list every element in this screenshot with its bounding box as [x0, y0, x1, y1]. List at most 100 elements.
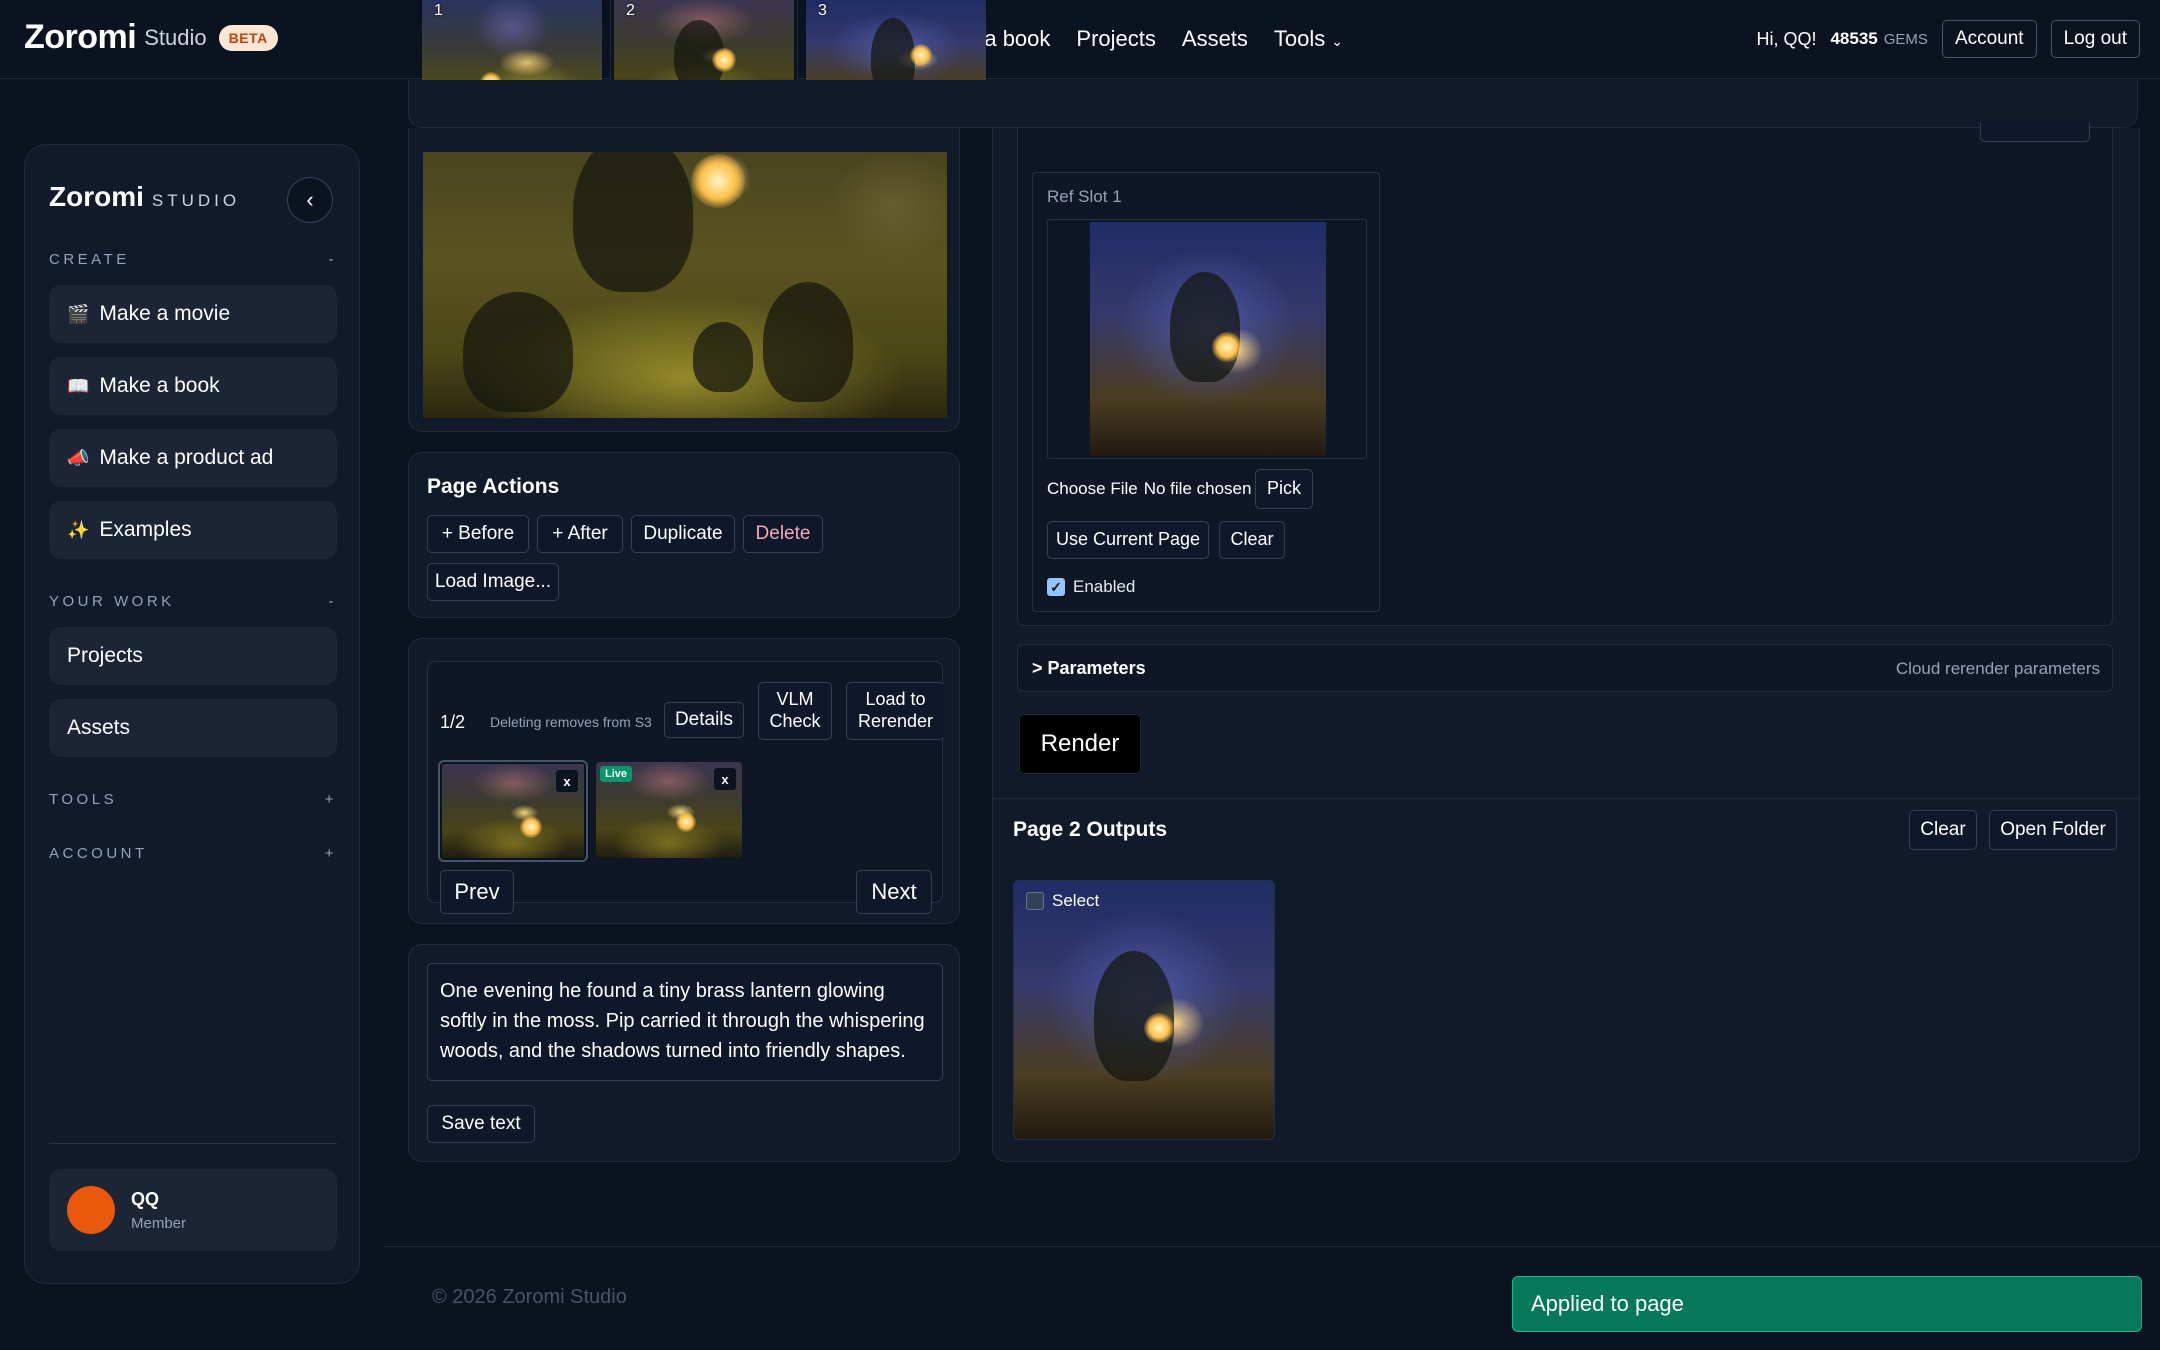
file-chooser[interactable]: Choose File No file chosen: [1047, 479, 1251, 499]
hedgehog-figure: [1170, 272, 1240, 382]
enabled-toggle[interactable]: ✓ Enabled: [1047, 577, 1135, 597]
select-label: Select: [1052, 891, 1100, 910]
user-card[interactable]: QQ Member: [49, 1169, 337, 1251]
lantern-glow: [712, 48, 736, 72]
squirrel-silhouette: [693, 322, 753, 392]
account-button[interactable]: Account: [1941, 20, 2037, 58]
insert-before-button[interactable]: + Before: [427, 515, 529, 553]
wolf-silhouette: [463, 292, 573, 412]
next-button[interactable]: Next: [856, 870, 932, 914]
lantern-glow: [520, 816, 542, 838]
section-label: YOUR WORK: [49, 593, 175, 610]
ref-slots-container: Ref Slot 1 Choose File No file chosen Pi…: [1017, 122, 2113, 626]
page-illustration: [423, 152, 947, 418]
load-to-rerender-button[interactable]: Load to Rerender: [846, 682, 944, 740]
brand-logo[interactable]: Zoromi Studio BETA: [24, 18, 278, 57]
gems-count: 48535: [1830, 29, 1878, 48]
sidebar-divider: [49, 1143, 337, 1144]
sidebar-item-make-a-movie[interactable]: 🎬 Make a movie: [49, 285, 337, 343]
page-thumb-number: 1: [434, 2, 443, 19]
nav-tools-label: Tools: [1273, 26, 1326, 51]
choose-file-label: Choose File: [1047, 479, 1138, 498]
delete-note: Deleting removes from S3: [490, 714, 652, 730]
gems-label: GEMS: [1883, 30, 1928, 48]
parameters-hint: Cloud rerender parameters: [1895, 659, 2100, 678]
pick-button[interactable]: Pick: [1255, 469, 1313, 509]
page-thumb-number: 3: [818, 2, 827, 19]
sidebar-item-make-a-book[interactable]: 📖 Make a book: [49, 357, 337, 415]
nav-tools[interactable]: Tools ⌄: [1274, 26, 1343, 52]
render-button[interactable]: Render: [1019, 714, 1141, 774]
sidebar-item-projects[interactable]: Projects: [49, 627, 337, 685]
remove-version-button[interactable]: x: [556, 770, 578, 792]
ref-slot-label: Ref Slot 1: [1047, 187, 1122, 206]
greeting: Hi, QQ!: [1756, 28, 1817, 49]
details-button[interactable]: Details: [664, 702, 744, 738]
brand-name: Zoromi: [24, 18, 137, 56]
section-toggle: +: [324, 791, 337, 808]
page-image-card: [408, 128, 960, 432]
rabbit-silhouette: [763, 282, 853, 402]
page-text-input[interactable]: One evening he found a tiny brass lanter…: [427, 963, 943, 1081]
sidebar-item-label: Make a book: [99, 374, 220, 397]
outputs-title: Page 2 Outputs: [1013, 818, 1168, 841]
output-select[interactable]: Select: [1026, 891, 1099, 911]
sidebar: Zoromi STUDIO ‹ CREATE - 🎬 Make a movie 📖…: [24, 144, 360, 1284]
rerender-panel: Ref Slot 1 Choose File No file chosen Pi…: [992, 122, 2140, 1162]
lantern-glow: [676, 812, 696, 832]
sidebar-item-assets[interactable]: Assets: [49, 699, 337, 757]
prev-button[interactable]: Prev: [440, 870, 514, 914]
ref-slot-preview: [1047, 219, 1367, 459]
clear-ref-button[interactable]: Clear: [1219, 521, 1285, 559]
open-folder-button[interactable]: Open Folder: [1989, 810, 2117, 850]
avatar: [67, 1186, 115, 1234]
sidebar-item-make-a-product-ad[interactable]: 📣 Make a product ad: [49, 429, 337, 487]
parameters-toggle[interactable]: > Parameters: [1032, 658, 1146, 679]
book-icon: 📖: [67, 375, 90, 396]
insert-after-button[interactable]: + After: [537, 515, 623, 553]
nav-assets[interactable]: Assets: [1182, 26, 1248, 52]
sidebar-item-label: Examples: [99, 518, 192, 541]
footer-copyright: © 2026 Zoromi Studio: [432, 1286, 627, 1308]
duplicate-button[interactable]: Duplicate: [631, 515, 735, 553]
sidebar-section-tools[interactable]: TOOLS +: [49, 791, 337, 808]
ref-slot-1: Ref Slot 1 Choose File No file chosen Pi…: [1032, 172, 1380, 612]
remove-version-button[interactable]: x: [714, 768, 736, 790]
lantern-glow: [910, 44, 932, 66]
sidebar-item-label: Make a product ad: [99, 446, 274, 469]
enabled-label: Enabled: [1073, 577, 1136, 596]
version-thumb-1[interactable]: x: [438, 760, 588, 862]
version-thumb-2[interactable]: Live x: [596, 762, 742, 858]
sidebar-brand-name: Zoromi: [49, 181, 144, 212]
parameters-section[interactable]: > Parameters Cloud rerender parameters: [1017, 644, 2113, 692]
delete-button[interactable]: Delete: [743, 515, 823, 553]
logout-button[interactable]: Log out: [2050, 20, 2140, 58]
page-actions-card: Page Actions + Before + After Duplicate …: [408, 452, 960, 618]
user-role: Member: [131, 1215, 187, 1232]
vlm-check-button[interactable]: VLM Check: [758, 682, 832, 740]
ref-slots-action-button[interactable]: [1980, 122, 2090, 142]
output-image-1[interactable]: Select: [1013, 880, 1275, 1140]
beta-badge: BETA: [218, 24, 278, 51]
sidebar-section-account[interactable]: ACCOUNT +: [49, 845, 337, 862]
user-name: QQ: [131, 1189, 160, 1209]
select-checkbox[interactable]: [1026, 892, 1044, 910]
section-label: TOOLS: [49, 791, 118, 808]
clear-outputs-button[interactable]: Clear: [1909, 810, 1977, 850]
sidebar-collapse-button[interactable]: ‹: [287, 177, 333, 223]
lantern-glow: [1212, 332, 1242, 362]
nav-projects[interactable]: Projects: [1076, 26, 1155, 52]
save-text-button[interactable]: Save text: [427, 1105, 535, 1143]
section-toggle: -: [328, 593, 337, 610]
footer-divider: [384, 1246, 2160, 1247]
enabled-checkbox[interactable]: ✓: [1047, 578, 1065, 596]
sidebar-section-create[interactable]: CREATE -: [49, 251, 337, 268]
use-current-page-button[interactable]: Use Current Page: [1047, 521, 1209, 559]
sidebar-item-label: Assets: [67, 716, 131, 739]
megaphone-icon: 📣: [67, 447, 90, 468]
load-image-button[interactable]: Load Image...: [427, 563, 559, 601]
sidebar-section-your-work[interactable]: YOUR WORK -: [49, 593, 337, 610]
section-divider: [993, 798, 2139, 799]
page-strip-panel: [408, 80, 2138, 128]
sidebar-item-examples[interactable]: ✨ Examples: [49, 501, 337, 559]
